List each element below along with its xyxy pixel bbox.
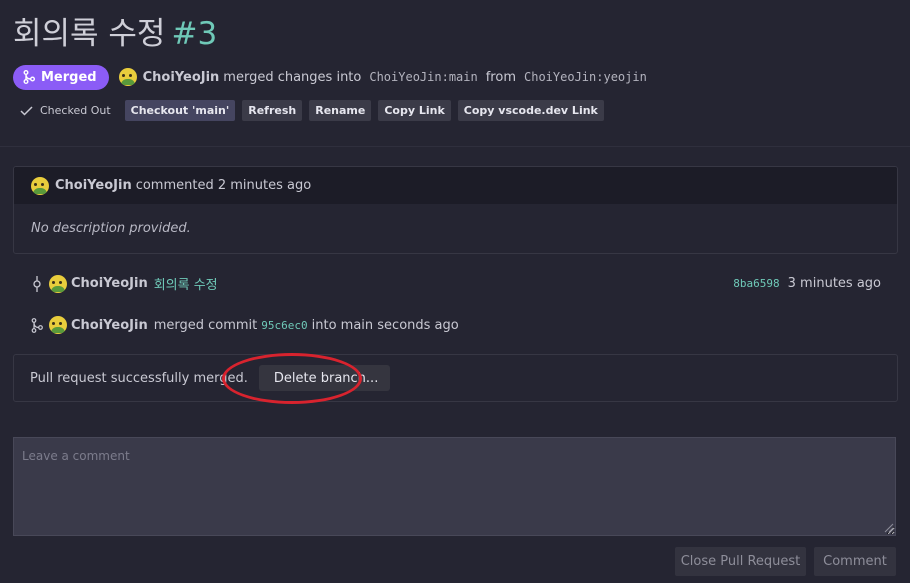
commit-author[interactable]: ChoiYeoJin (71, 276, 148, 291)
merged-message: Pull request successfully merged. (30, 370, 248, 386)
copy-link-button[interactable]: Copy Link (378, 100, 451, 121)
from-text: from (485, 69, 516, 85)
avatar[interactable] (31, 176, 49, 195)
merge-author[interactable]: ChoiYeoJin (71, 318, 148, 333)
pr-status-row: Merged ChoiYeoJin merged changes into Ch… (13, 64, 647, 90)
merged-badge-label: Merged (41, 69, 97, 85)
merge-text-after: into main seconds ago (311, 317, 459, 333)
comment-textarea[interactable] (13, 437, 896, 536)
delete-branch-button[interactable]: Delete branch... (258, 365, 391, 391)
commit-time: 3 minutes ago (787, 276, 881, 291)
pr-actions: Checked Out Checkout 'main' Refresh Rena… (20, 100, 611, 121)
comment-meta: commented 2 minutes ago (135, 178, 312, 193)
comment-button[interactable]: Comment (814, 547, 896, 576)
author-link[interactable]: ChoiYeoJin (143, 70, 220, 85)
refresh-button[interactable]: Refresh (242, 100, 303, 121)
commit-hash[interactable]: 8ba6598 (733, 277, 779, 290)
comment-header: ChoiYeoJin commented 2 minutes ago (14, 167, 897, 204)
merged-badge: Merged (13, 64, 109, 90)
git-commit-icon (31, 275, 43, 292)
avatar[interactable] (118, 68, 137, 86)
merged-status-box: Pull request successfully merged. Delete… (13, 354, 898, 402)
header-divider (0, 146, 910, 147)
checked-out-label: Checked Out (40, 104, 111, 117)
page-title: 회의록 수정 #3 (13, 8, 217, 53)
rename-button[interactable]: Rename (309, 100, 372, 121)
git-merge-icon (31, 317, 43, 333)
merge-commit-hash[interactable]: 95c6ec0 (261, 319, 307, 332)
status-text: merged changes into (223, 69, 362, 85)
description-comment: ChoiYeoJin commented 2 minutes ago No de… (13, 166, 898, 254)
check-icon (20, 105, 33, 116)
commit-message[interactable]: 회의록 수정 (154, 274, 218, 293)
timeline-merge: ChoiYeoJin merged commit 95c6ec0 into ma… (31, 316, 459, 334)
avatar[interactable] (49, 274, 67, 293)
head-branch: ChoiYeoJin:yeojin (524, 70, 647, 84)
checkout-main-button[interactable]: Checkout 'main' (124, 100, 236, 121)
merge-text-before: merged commit (153, 317, 258, 333)
pr-number: #3 (171, 16, 218, 52)
resize-grip-icon[interactable] (884, 523, 894, 533)
close-pull-request-button[interactable]: Close Pull Request (675, 547, 806, 576)
checked-out-indicator: Checked Out (20, 104, 111, 117)
comment-body: No description provided. (31, 221, 191, 236)
commit-meta: 8ba6598 3 minutes ago (729, 276, 881, 291)
base-branch: ChoiYeoJin:main (369, 70, 478, 84)
comment-author[interactable]: ChoiYeoJin (55, 178, 132, 193)
git-merge-icon (23, 70, 35, 84)
pr-title: 회의록 수정 (13, 16, 166, 52)
avatar[interactable] (49, 316, 67, 334)
timeline-commit: ChoiYeoJin 회의록 수정 (31, 274, 218, 293)
copy-vscode-link-button[interactable]: Copy vscode.dev Link (457, 100, 604, 121)
